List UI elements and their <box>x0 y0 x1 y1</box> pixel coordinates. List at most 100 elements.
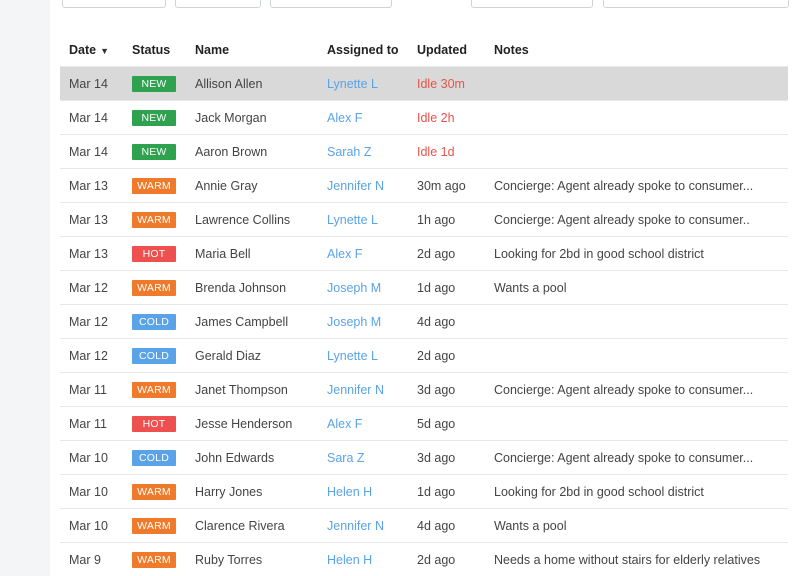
cell-updated-container: 1d ago <box>408 270 485 305</box>
column-header-date[interactable]: Date ▼ <box>60 34 123 67</box>
cell-assigned-agent[interactable]: Joseph M <box>327 315 381 329</box>
cell-updated: 1h ago <box>417 212 456 227</box>
cell-assigned-agent[interactable]: Lynette L <box>327 77 378 91</box>
table-row[interactable]: Mar 13 HOT Maria Bell Alex F 2d ago Looking f… <box>60 236 788 271</box>
cell-updated-container: 5d ago <box>408 406 485 441</box>
cell-assigned-container: Joseph M <box>318 270 408 305</box>
table-row[interactable]: Mar 13 WARM Lawrence Collins Lynette L 1h ag… <box>60 202 788 237</box>
cell-name-container: Aaron Brown <box>186 134 318 169</box>
cell-status-container: NEW <box>123 134 186 169</box>
cell-assigned-agent[interactable]: Jennifer N <box>327 383 384 397</box>
table-row[interactable]: Mar 9 WARM Ruby Torres Helen H 2d ago Needs a… <box>60 542 788 576</box>
cell-assigned-agent[interactable]: Sara Z <box>327 451 365 465</box>
table-row[interactable]: Mar 10 WARM Harry Jones Helen H 1d ago Lookin… <box>60 474 788 509</box>
cell-name-container: Allison Allen <box>186 66 318 101</box>
cell-name-container: Clarence Rivera <box>186 508 318 543</box>
cell-assigned-agent[interactable]: Lynette L <box>327 349 378 363</box>
table-row[interactable]: Mar 12 COLD James Campbell Joseph M 4d ago <box>60 304 788 339</box>
cell-date: Mar 10 <box>69 484 108 499</box>
table-row[interactable]: Mar 14 NEW Aaron Brown Sarah Z Idle 1d <box>60 134 788 169</box>
leads-table: Date ▼ Status Name Assigned to Updated No… <box>60 34 788 576</box>
action-button-2[interactable] <box>603 0 789 8</box>
cell-name: Lawrence Collins <box>195 212 291 227</box>
cell-name: Jesse Henderson <box>195 416 293 431</box>
column-header-assigned-label: Assigned to <box>327 43 399 57</box>
cell-notes-container: Concierge: Agent already spoke to consum… <box>485 168 788 203</box>
cell-assigned-agent[interactable]: Lynette L <box>327 213 378 227</box>
cell-notes: Wants a pool <box>494 280 567 295</box>
cell-assigned-agent[interactable]: Helen H <box>327 485 372 499</box>
table-row[interactable]: Mar 10 COLD John Edwards Sara Z 3d ago Concie… <box>60 440 788 475</box>
cell-status-container: WARM <box>123 202 186 237</box>
cell-date-container: Mar 10 <box>60 440 123 475</box>
cell-updated: 1d ago <box>417 484 456 499</box>
cell-notes-container: Wants a pool <box>485 508 788 543</box>
table-row[interactable]: Mar 14 NEW Jack Morgan Alex F Idle 2h <box>60 100 788 135</box>
cell-notes-container <box>485 304 788 339</box>
cell-assigned-agent[interactable]: Joseph M <box>327 281 381 295</box>
cell-date-container: Mar 10 <box>60 474 123 509</box>
cell-updated: 2d ago <box>417 552 456 567</box>
cell-assigned-container: Alex F <box>318 100 408 135</box>
filter-dropdown-2[interactable] <box>175 0 261 8</box>
cell-assigned-container: Lynette L <box>318 202 408 237</box>
table-row[interactable]: Mar 11 WARM Janet Thompson Jennifer N 3d ago… <box>60 372 788 407</box>
cell-status-container: WARM <box>123 542 186 576</box>
cell-assigned-container: Sara Z <box>318 440 408 475</box>
cell-notes-container: Wants a pool <box>485 270 788 305</box>
table-row[interactable]: Mar 12 COLD Gerald Diaz Lynette L 2d ago <box>60 338 788 373</box>
cell-name-container: Brenda Johnson <box>186 270 318 305</box>
cell-name: Allison Allen <box>195 76 263 91</box>
column-header-name[interactable]: Name <box>186 34 318 67</box>
cell-updated: 2d ago <box>417 348 456 363</box>
filter-dropdown-3[interactable] <box>270 0 392 8</box>
filter-dropdown-1[interactable]: ▾ <box>62 0 166 8</box>
cell-notes-container: Looking for 2bd in good school district <box>485 474 788 509</box>
cell-assigned-agent[interactable]: Alex F <box>327 111 362 125</box>
action-button-1[interactable] <box>471 0 593 8</box>
cell-assigned-agent[interactable]: Alex F <box>327 247 362 261</box>
column-header-notes-label: Notes <box>494 43 529 57</box>
cell-assigned-container: Helen H <box>318 542 408 576</box>
column-header-status[interactable]: Status <box>123 34 186 67</box>
table-header-row: Date ▼ Status Name Assigned to Updated No… <box>60 34 788 67</box>
column-header-updated-label: Updated <box>417 43 467 57</box>
sort-down-icon[interactable]: ▼ <box>100 46 109 56</box>
cell-status-container: COLD <box>123 304 186 339</box>
column-header-updated[interactable]: Updated <box>408 34 485 67</box>
cell-name-container: Harry Jones <box>186 474 318 509</box>
cell-date-container: Mar 13 <box>60 168 123 203</box>
status-badge: HOT <box>132 245 176 262</box>
cell-name: Brenda Johnson <box>195 280 287 295</box>
cell-date: Mar 9 <box>69 552 101 567</box>
cell-updated: 2d ago <box>417 246 456 261</box>
cell-updated: 4d ago <box>417 518 456 533</box>
cell-name: Jack Morgan <box>195 110 267 125</box>
cell-assigned-agent[interactable]: Jennifer N <box>327 519 384 533</box>
cell-name-container: Jesse Henderson <box>186 406 318 441</box>
table-row[interactable]: Mar 10 WARM Clarence Rivera Jennifer N 4d ag… <box>60 508 788 543</box>
cell-notes-container: Needs a home without stairs for elderly … <box>485 542 788 576</box>
table-row[interactable]: Mar 14 NEW Allison Allen Lynette L Idle 30m <box>60 66 788 101</box>
cell-name-container: Jack Morgan <box>186 100 318 135</box>
cell-date-container: Mar 14 <box>60 66 123 101</box>
cell-assigned-container: Sarah Z <box>318 134 408 169</box>
cell-assigned-agent[interactable]: Sarah Z <box>327 145 371 159</box>
cell-updated: 3d ago <box>417 382 456 397</box>
cell-date: Mar 12 <box>69 348 108 363</box>
cell-assigned-agent[interactable]: Helen H <box>327 553 372 567</box>
cell-date: Mar 11 <box>69 416 107 431</box>
column-header-assigned[interactable]: Assigned to <box>318 34 408 67</box>
status-badge: HOT <box>132 415 176 432</box>
cell-name-container: Annie Gray <box>186 168 318 203</box>
cell-assigned-agent[interactable]: Jennifer N <box>327 179 384 193</box>
cell-assigned-agent[interactable]: Alex F <box>327 417 362 431</box>
table-row[interactable]: Mar 11 HOT Jesse Henderson Alex F 5d ago <box>60 406 788 441</box>
cell-updated-container: 3d ago <box>408 372 485 407</box>
table-row[interactable]: Mar 13 WARM Annie Gray Jennifer N 30m ago Con… <box>60 168 788 203</box>
column-header-notes[interactable]: Notes <box>485 34 788 67</box>
cell-date-container: Mar 12 <box>60 338 123 373</box>
cell-date: Mar 12 <box>69 280 108 295</box>
cell-status-container: COLD <box>123 440 186 475</box>
table-row[interactable]: Mar 12 WARM Brenda Johnson Joseph M 1d ago Wa… <box>60 270 788 305</box>
